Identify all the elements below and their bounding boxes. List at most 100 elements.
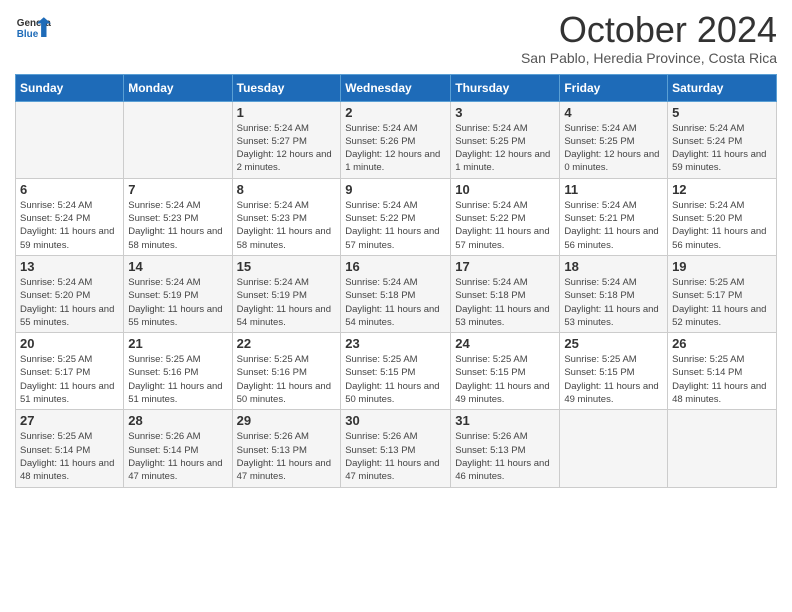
header-monday: Monday — [124, 74, 232, 101]
day-number: 26 — [672, 336, 772, 351]
day-info: Sunrise: 5:24 AM Sunset: 5:23 PM Dayligh… — [128, 199, 227, 252]
day-info: Sunrise: 5:24 AM Sunset: 5:24 PM Dayligh… — [20, 199, 119, 252]
table-row: 30 Sunrise: 5:26 AM Sunset: 5:13 PM Dayli… — [341, 410, 451, 487]
table-row: 12 Sunrise: 5:24 AM Sunset: 5:20 PM Dayli… — [668, 178, 777, 255]
day-info: Sunrise: 5:25 AM Sunset: 5:17 PM Dayligh… — [20, 353, 119, 406]
day-info: Sunrise: 5:25 AM Sunset: 5:14 PM Dayligh… — [20, 430, 119, 483]
day-info: Sunrise: 5:24 AM Sunset: 5:26 PM Dayligh… — [345, 122, 446, 175]
table-row: 13Sunrise: 5:24 AM Sunset: 5:20 PM Dayli… — [16, 255, 124, 332]
table-row: 23 Sunrise: 5:25 AM Sunset: 5:15 PM Dayli… — [341, 333, 451, 410]
day-info: Sunrise: 5:25 AM Sunset: 5:16 PM Dayligh… — [128, 353, 227, 406]
day-number: 29 — [237, 413, 337, 428]
calendar-table: Sunday Monday Tuesday Wednesday Thursday… — [15, 74, 777, 488]
day-info: Sunrise: 5:24 AM Sunset: 5:25 PM Dayligh… — [564, 122, 663, 175]
day-number: 28 — [128, 413, 227, 428]
day-info: Sunrise: 5:25 AM Sunset: 5:15 PM Dayligh… — [564, 353, 663, 406]
table-row: 18Sunrise: 5:24 AM Sunset: 5:18 PM Dayli… — [560, 255, 668, 332]
day-info: Sunrise: 5:24 AM Sunset: 5:25 PM Dayligh… — [455, 122, 555, 175]
header-thursday: Thursday — [451, 74, 560, 101]
day-number: 14 — [128, 259, 227, 274]
table-row: 11Sunrise: 5:24 AM Sunset: 5:21 PM Dayli… — [560, 178, 668, 255]
svg-text:Blue: Blue — [17, 29, 39, 40]
day-info: Sunrise: 5:24 AM Sunset: 5:22 PM Dayligh… — [455, 199, 555, 252]
table-row: 5Sunrise: 5:24 AM Sunset: 5:24 PM Daylig… — [668, 101, 777, 178]
day-number: 30 — [345, 413, 446, 428]
calendar-week-row: 27 Sunrise: 5:25 AM Sunset: 5:14 PM Dayli… — [16, 410, 777, 487]
day-info: Sunrise: 5:24 AM Sunset: 5:22 PM Dayligh… — [345, 199, 446, 252]
day-info: Sunrise: 5:24 AM Sunset: 5:19 PM Dayligh… — [128, 276, 227, 329]
day-info: Sunrise: 5:26 AM Sunset: 5:13 PM Dayligh… — [345, 430, 446, 483]
day-number: 15 — [237, 259, 337, 274]
day-number: 8 — [237, 182, 337, 197]
day-number: 25 — [564, 336, 663, 351]
table-row: 2 Sunrise: 5:24 AM Sunset: 5:26 PM Daylig… — [341, 101, 451, 178]
table-row: 7 Sunrise: 5:24 AM Sunset: 5:23 PM Daylig… — [124, 178, 232, 255]
table-row: 22Sunrise: 5:25 AM Sunset: 5:16 PM Dayli… — [232, 333, 341, 410]
day-number: 5 — [672, 105, 772, 120]
table-row: 27 Sunrise: 5:25 AM Sunset: 5:14 PM Dayli… — [16, 410, 124, 487]
table-row: 21 Sunrise: 5:25 AM Sunset: 5:16 PM Dayli… — [124, 333, 232, 410]
header-saturday: Saturday — [668, 74, 777, 101]
table-row: 20 Sunrise: 5:25 AM Sunset: 5:17 PM Dayli… — [16, 333, 124, 410]
location-subtitle: San Pablo, Heredia Province, Costa Rica — [521, 50, 777, 66]
day-number: 27 — [20, 413, 119, 428]
day-info: Sunrise: 5:24 AM Sunset: 5:20 PM Dayligh… — [20, 276, 119, 329]
table-row: 28 Sunrise: 5:26 AM Sunset: 5:14 PM Dayli… — [124, 410, 232, 487]
day-info: Sunrise: 5:26 AM Sunset: 5:14 PM Dayligh… — [128, 430, 227, 483]
day-info: Sunrise: 5:24 AM Sunset: 5:23 PM Dayligh… — [237, 199, 337, 252]
table-row: 3 Sunrise: 5:24 AM Sunset: 5:25 PM Daylig… — [451, 101, 560, 178]
day-info: Sunrise: 5:25 AM Sunset: 5:15 PM Dayligh… — [345, 353, 446, 406]
day-info: Sunrise: 5:25 AM Sunset: 5:16 PM Dayligh… — [237, 353, 337, 406]
day-number: 3 — [455, 105, 555, 120]
table-row: 16 Sunrise: 5:24 AM Sunset: 5:18 PM Dayli… — [341, 255, 451, 332]
day-number: 16 — [345, 259, 446, 274]
day-number: 6 — [20, 182, 119, 197]
table-row: 26Sunrise: 5:25 AM Sunset: 5:14 PM Dayli… — [668, 333, 777, 410]
header-tuesday: Tuesday — [232, 74, 341, 101]
header-wednesday: Wednesday — [341, 74, 451, 101]
table-row: 6 Sunrise: 5:24 AM Sunset: 5:24 PM Daylig… — [16, 178, 124, 255]
table-row — [16, 101, 124, 178]
calendar-week-row: 6 Sunrise: 5:24 AM Sunset: 5:24 PM Daylig… — [16, 178, 777, 255]
title-section: October 2024 San Pablo, Heredia Province… — [521, 10, 777, 66]
month-title: October 2024 — [521, 10, 777, 50]
day-number: 2 — [345, 105, 446, 120]
day-number: 12 — [672, 182, 772, 197]
day-number: 21 — [128, 336, 227, 351]
day-info: Sunrise: 5:24 AM Sunset: 5:18 PM Dayligh… — [564, 276, 663, 329]
day-info: Sunrise: 5:24 AM Sunset: 5:20 PM Dayligh… — [672, 199, 772, 252]
header-friday: Friday — [560, 74, 668, 101]
day-number: 1 — [237, 105, 337, 120]
table-row: 9 Sunrise: 5:24 AM Sunset: 5:22 PM Daylig… — [341, 178, 451, 255]
calendar-header-row: Sunday Monday Tuesday Wednesday Thursday… — [16, 74, 777, 101]
day-info: Sunrise: 5:24 AM Sunset: 5:27 PM Dayligh… — [237, 122, 337, 175]
day-number: 17 — [455, 259, 555, 274]
table-row: 31Sunrise: 5:26 AM Sunset: 5:13 PM Dayli… — [451, 410, 560, 487]
day-number: 7 — [128, 182, 227, 197]
logo: General Blue — [15, 10, 51, 46]
table-row: 1 Sunrise: 5:24 AM Sunset: 5:27 PM Daylig… — [232, 101, 341, 178]
table-row — [124, 101, 232, 178]
table-row: 8 Sunrise: 5:24 AM Sunset: 5:23 PM Daylig… — [232, 178, 341, 255]
day-info: Sunrise: 5:25 AM Sunset: 5:17 PM Dayligh… — [672, 276, 772, 329]
day-info: Sunrise: 5:25 AM Sunset: 5:15 PM Dayligh… — [455, 353, 555, 406]
day-number: 10 — [455, 182, 555, 197]
table-row — [560, 410, 668, 487]
day-info: Sunrise: 5:24 AM Sunset: 5:19 PM Dayligh… — [237, 276, 337, 329]
day-number: 31 — [455, 413, 555, 428]
table-row: 4Sunrise: 5:24 AM Sunset: 5:25 PM Daylig… — [560, 101, 668, 178]
table-row: 24Sunrise: 5:25 AM Sunset: 5:15 PM Dayli… — [451, 333, 560, 410]
calendar-week-row: 13Sunrise: 5:24 AM Sunset: 5:20 PM Dayli… — [16, 255, 777, 332]
table-row: 15 Sunrise: 5:24 AM Sunset: 5:19 PM Dayli… — [232, 255, 341, 332]
day-info: Sunrise: 5:24 AM Sunset: 5:18 PM Dayligh… — [345, 276, 446, 329]
day-number: 11 — [564, 182, 663, 197]
day-number: 20 — [20, 336, 119, 351]
day-info: Sunrise: 5:26 AM Sunset: 5:13 PM Dayligh… — [237, 430, 337, 483]
day-number: 23 — [345, 336, 446, 351]
day-number: 9 — [345, 182, 446, 197]
table-row: 25 Sunrise: 5:25 AM Sunset: 5:15 PM Dayli… — [560, 333, 668, 410]
table-row: 29 Sunrise: 5:26 AM Sunset: 5:13 PM Dayli… — [232, 410, 341, 487]
calendar-week-row: 20 Sunrise: 5:25 AM Sunset: 5:17 PM Dayli… — [16, 333, 777, 410]
table-row: 14 Sunrise: 5:24 AM Sunset: 5:19 PM Dayli… — [124, 255, 232, 332]
header-sunday: Sunday — [16, 74, 124, 101]
